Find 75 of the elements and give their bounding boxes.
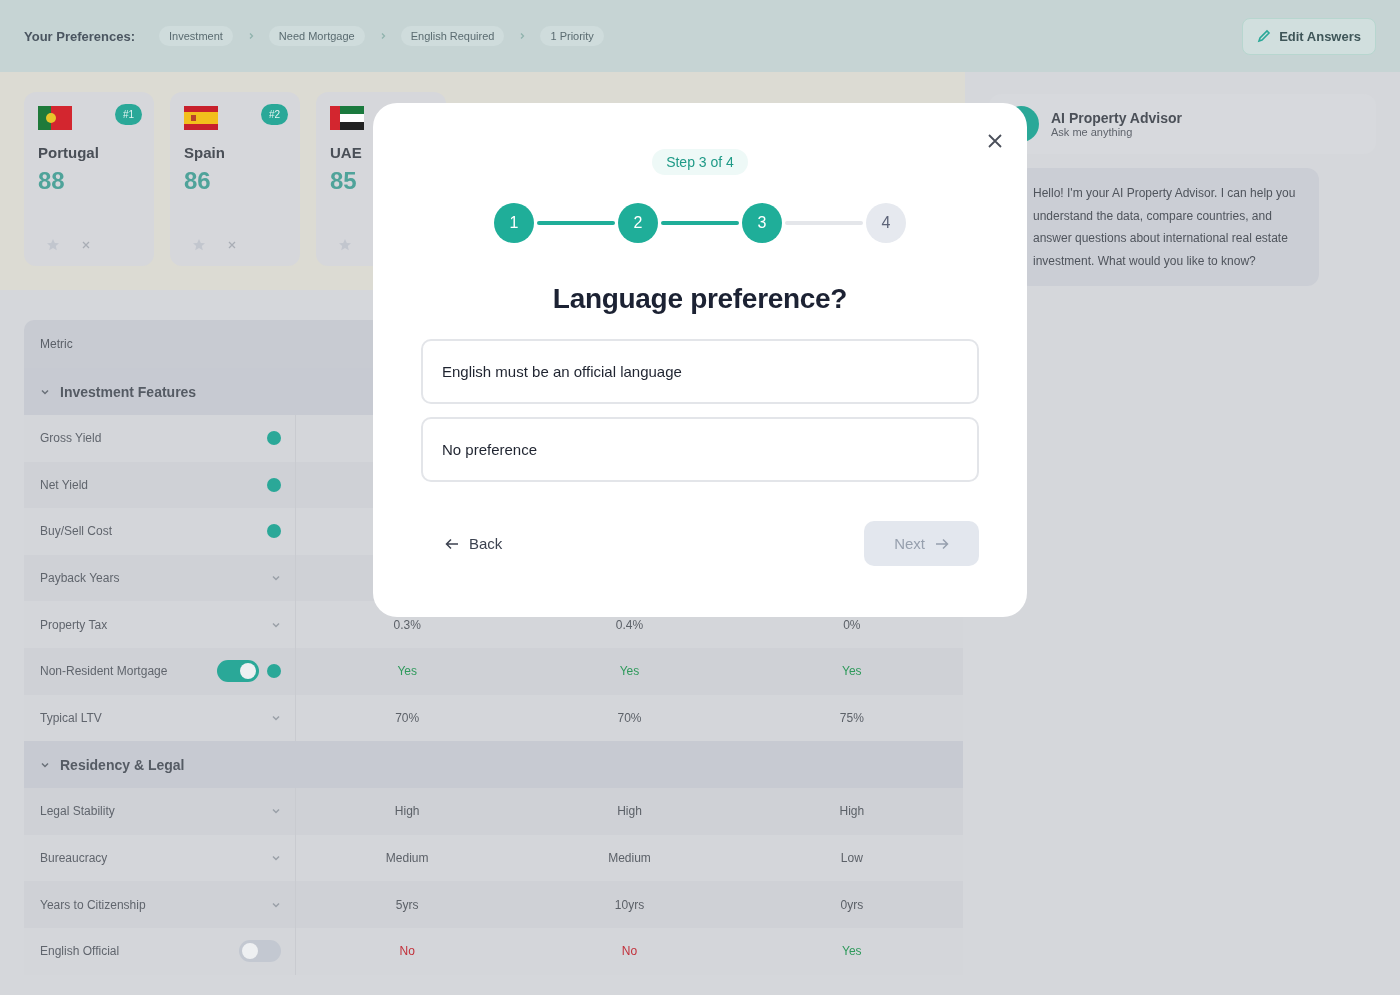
metric-label: Payback Years [40, 571, 121, 586]
country-card[interactable]: #1 Portugal 88 [24, 92, 154, 266]
metric-label: Legal Stability [40, 804, 116, 819]
metric-label: Property Tax [40, 617, 109, 632]
table-cell-text: Low [839, 851, 864, 866]
country-name: Spain [184, 144, 226, 161]
status-dot [267, 431, 281, 446]
country-score: 86 [184, 167, 212, 195]
section-header[interactable]: Investment Features [24, 383, 296, 400]
advisor-subtitle: Ask me anything [1051, 126, 1134, 138]
status-dot [267, 477, 281, 492]
status-dot [267, 664, 281, 679]
table-cell-text: 0yrs [839, 897, 865, 912]
status-dot [267, 524, 281, 539]
step-label: Step 3 of 4 [652, 149, 748, 175]
chevron-right-icon [518, 32, 527, 40]
country-card[interactable]: #2 Spain 86 [170, 92, 300, 266]
table-cell-text: Medium [384, 851, 430, 866]
back-button[interactable]: Back [421, 523, 527, 564]
rank-badge: #1 [114, 104, 142, 125]
preference-chip: Need Mortgage [268, 26, 365, 46]
table-cell-text: High [616, 804, 643, 819]
metric-label: Typical LTV [40, 710, 103, 725]
arrow-left-icon [445, 537, 459, 550]
table-cell-text: High [393, 804, 421, 819]
country-name: Portugal [38, 144, 100, 161]
answer-option[interactable]: English must be an official language [421, 339, 979, 404]
metric-label: English Official [40, 944, 121, 959]
preference-chip: English Required [400, 26, 505, 46]
metric-label: Net Yield [40, 477, 90, 492]
table-cell-text: Yes [841, 944, 863, 959]
metric-label: Non-Resident Mortgage [40, 664, 169, 679]
flag-icon [38, 106, 72, 130]
preferences-label: Your Preferences: [24, 28, 136, 44]
table-cell-text: Medium [607, 851, 652, 866]
pencil-icon [1257, 29, 1272, 43]
flag-icon [330, 106, 364, 130]
table-cell-text: Yes [618, 664, 641, 679]
table-cell-text: 75% [838, 710, 865, 725]
step-circle: 4 [866, 203, 906, 243]
country-score: 85 [330, 167, 358, 195]
question-title: Language preference? [552, 283, 848, 315]
answer-option[interactable]: No preference [421, 417, 979, 482]
section-header[interactable]: Residency & Legal [24, 756, 296, 773]
arrow-right-icon [935, 537, 949, 550]
table-cell-text: 70% [616, 710, 643, 725]
table-cell-text: Yes [841, 664, 863, 679]
rank-badge: #2 [260, 104, 288, 125]
column-header: Metric [39, 337, 74, 351]
flag-icon [184, 106, 218, 130]
country-score: 88 [38, 167, 66, 195]
step-circle: 3 [742, 203, 782, 243]
table-cell-text: No [620, 944, 639, 959]
table-cell-text: High [838, 804, 866, 819]
table-cell-text: 5yrs [394, 897, 420, 912]
table-cell-text: 0.3% [392, 617, 422, 632]
metric-label: Gross Yield [40, 431, 103, 446]
step-circle: 1 [494, 203, 534, 243]
table-cell-text: Yes [396, 664, 418, 679]
preference-chip: Investment [159, 26, 233, 46]
metric-label: Bureaucracy [40, 851, 109, 866]
toggle-switch[interactable] [217, 660, 259, 683]
metric-label: Buy/Sell Cost [40, 524, 114, 539]
table-cell-text: 0% [842, 617, 862, 632]
table-cell-text: 70% [394, 710, 421, 725]
step-circle: 2 [618, 203, 658, 243]
metric-label: Years to Citizenship [40, 897, 147, 912]
country-name: UAE [330, 144, 363, 161]
table-cell-text: 10yrs [613, 897, 646, 912]
edit-answers-button[interactable]: Edit Answers [1242, 17, 1376, 55]
table-cell-text: 0.4% [614, 617, 645, 632]
table-cell-text: No [398, 944, 416, 959]
preference-chip: 1 Priority [540, 26, 604, 46]
advisor-title: AI Property Advisor [1051, 110, 1182, 126]
toggle-switch[interactable] [239, 940, 281, 963]
